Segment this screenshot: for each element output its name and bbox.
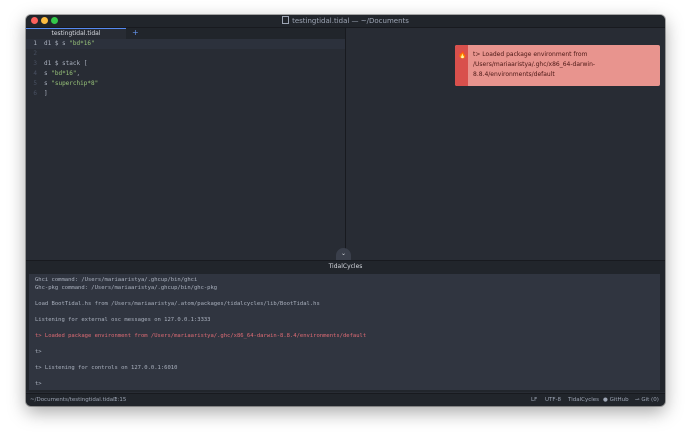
status-encoding[interactable]: UTF-8 <box>545 396 561 404</box>
code-text: ] <box>44 89 48 99</box>
code-text: d1 $ s "bd*16" <box>44 39 95 49</box>
console-line: t> Listening for controls on 127.0.0.1:6… <box>35 365 178 371</box>
status-github[interactable]: ● GitHub <box>603 396 629 404</box>
flame-icon: 🔥 <box>458 51 467 59</box>
console-panel-header: TidalCycles <box>26 260 665 272</box>
console-line: Load BootTidal.hs from /Users/mariaarist… <box>35 301 320 307</box>
app-window: testingtidal.tidal — ~/Documents testing… <box>26 15 665 406</box>
chevron-down-icon[interactable]: ⌄ <box>336 248 351 260</box>
code-token: d1 $ s <box>44 40 70 47</box>
status-bar: ~/Documents/testingtidal.tidal* 1:15 LF … <box>26 393 665 406</box>
tab-label: testingtidal.tidal <box>51 30 101 37</box>
code-line[interactable]: 4 s "bd*16", <box>26 69 346 79</box>
notification-toast[interactable]: 🔥 t> Loaded package environment from /Us… <box>455 45 660 86</box>
line-number: 4 <box>33 70 37 77</box>
git-branch-icon: ⊸ <box>635 397 640 403</box>
console-line: Ghci command: /Users/mariaaristya/.ghcup… <box>35 277 198 283</box>
status-file-path[interactable]: ~/Documents/testingtidal.tidal* <box>30 396 117 404</box>
tab-bar: testingtidal.tidal + <box>26 28 346 39</box>
status-grammar[interactable]: TidalCycles <box>568 396 599 404</box>
notification-message: t> Loaded package environment from /User… <box>473 50 653 80</box>
notification-line: t> Loaded package environment from <box>473 51 588 58</box>
code-token: ] <box>44 90 48 97</box>
status-line-ending[interactable]: LF <box>531 396 537 404</box>
status-git-label: Git (0) <box>641 397 659 403</box>
code-token: d1 $ stack [ <box>44 60 88 67</box>
line-number: 6 <box>33 90 37 97</box>
code-line[interactable]: 2 <box>26 49 346 59</box>
notification-line: /Users/mariaaristya/.ghc/x86_64-darwin- <box>473 61 596 68</box>
title-bar: testingtidal.tidal — ~/Documents <box>26 15 665 28</box>
file-icon <box>282 16 290 24</box>
string-token: "bd*16" <box>69 40 95 47</box>
string-token: "bd*16" <box>51 70 77 77</box>
console-line: t> Loaded package environment from /User… <box>35 333 367 339</box>
code-editor[interactable]: 1 d1 $ s "bd*16" 2 3 d1 $ stack [ 4 s "bd*16",… <box>26 39 346 259</box>
code-text: d1 $ stack [ <box>44 59 87 69</box>
github-icon: ● <box>603 397 608 403</box>
line-number: 5 <box>33 80 37 87</box>
console-line: Listening for external osc messages on 1… <box>35 317 211 323</box>
line-number: 3 <box>33 60 37 67</box>
code-line[interactable]: 3 d1 $ stack [ <box>26 59 346 69</box>
new-tab-button[interactable]: + <box>132 28 139 38</box>
line-number: 2 <box>33 50 37 57</box>
console-line: Ghc-pkg command: /Users/mariaaristya/.gh… <box>35 285 218 291</box>
code-line[interactable]: 1 d1 $ s "bd*16" <box>26 39 346 49</box>
code-line[interactable]: 5 s "superchip*8" <box>26 79 346 89</box>
line-number: 1 <box>33 40 37 47</box>
window-title-text: testingtidal.tidal — ~/Documents <box>292 17 409 25</box>
status-cursor-position[interactable]: 1:15 <box>114 396 126 404</box>
code-text: s "superchip*8" <box>44 79 98 89</box>
console-output[interactable]: Ghci command: /Users/mariaaristya/.ghcup… <box>29 274 660 390</box>
code-text: s "bd*16", <box>44 69 80 79</box>
console-line: t> <box>35 349 42 355</box>
tab-testingtidal[interactable]: testingtidal.tidal <box>26 28 126 39</box>
window-title: testingtidal.tidal — ~/Documents <box>26 16 665 26</box>
status-git[interactable]: ⊸ Git (0) <box>635 396 659 404</box>
status-github-label: GitHub <box>609 397 629 403</box>
code-line[interactable]: 6] <box>26 89 346 99</box>
notification-line: 8.8.4/environments/default <box>473 71 555 78</box>
console-panel: Ghci command: /Users/mariaaristya/.ghcup… <box>26 272 665 392</box>
code-token: , <box>76 70 81 77</box>
panel-title: TidalCycles <box>328 263 363 270</box>
console-line: t> <box>35 381 42 387</box>
string-token: "superchip*8" <box>51 80 99 87</box>
notification-icon-bar: 🔥 <box>455 45 468 86</box>
